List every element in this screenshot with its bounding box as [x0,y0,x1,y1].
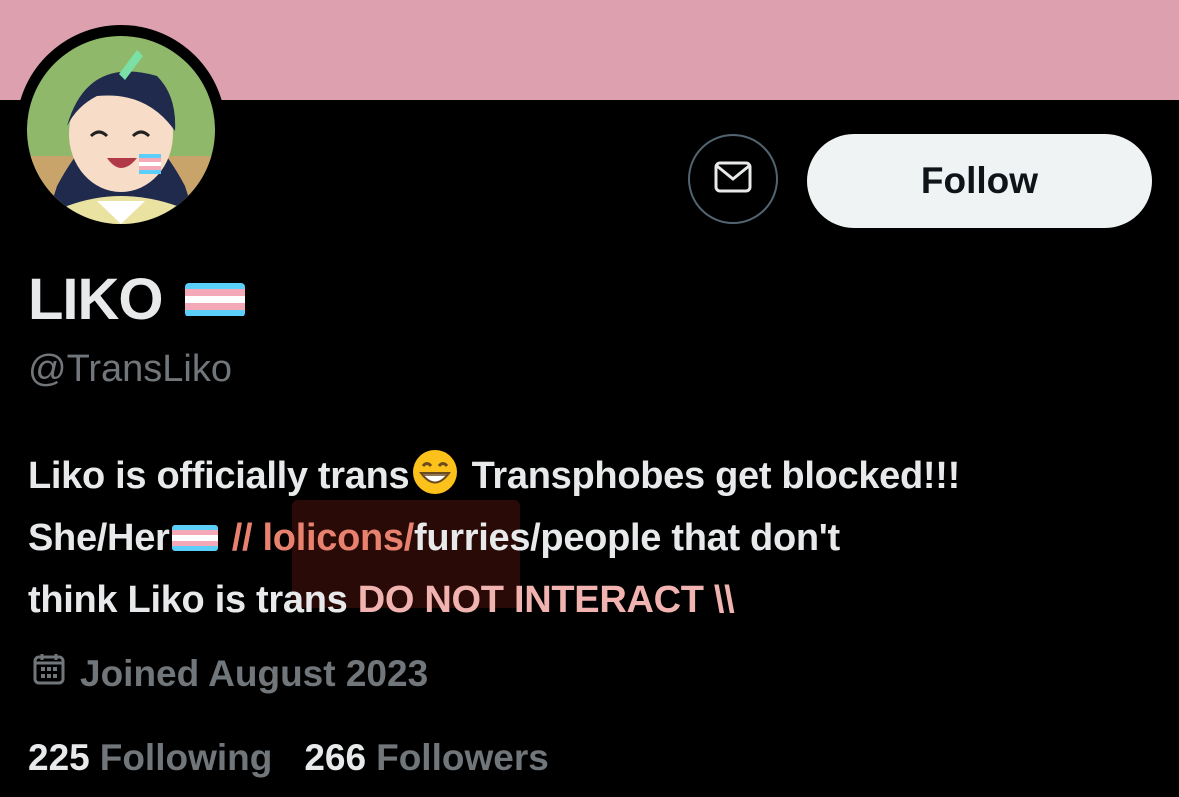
bio-text: Liko is officially trans [28,455,410,497]
profile-handle: @TransLiko [28,348,233,390]
bio-line-1: Liko is officially trans Transphobes get… [28,445,1168,507]
bio-text: think Liko is trans [28,579,358,621]
following-count: 225 [28,737,90,778]
bio-warning-text: DO NOT INTERACT \\ [357,579,735,621]
followers-label: Followers [376,737,549,778]
bio-highlighted-text: // lolicons/ [231,517,415,559]
bio-line-2: She/Her // lolicons/furries/people that … [28,507,1168,569]
bio-text: furries/people that don't [414,517,840,559]
calendar-icon [32,652,66,695]
message-button[interactable] [688,134,778,224]
bio-text: She/Her [28,517,170,559]
following-label: Following [99,737,273,778]
following-link[interactable]: 225 Following [28,737,272,779]
envelope-icon [713,160,753,199]
display-name: LIKO [28,267,164,332]
avatar[interactable] [27,36,215,224]
joined-label: Joined August 2023 [80,652,429,694]
bio-text: Transphobes get blocked!!! [461,455,961,497]
follow-stats: 225 Following 266 Followers [28,737,581,779]
display-name-row: LIKO [28,266,245,333]
bio-line-3: think Liko is trans DO NOT INTERACT \\ [28,569,1168,631]
grinning-face-emoji [413,450,458,494]
transgender-flag-icon [171,524,218,551]
followers-count: 266 [304,737,367,778]
followers-link[interactable]: 266 Followers [304,737,548,779]
joined-date: Joined August 2023 [32,652,428,695]
profile-bio: Liko is officially trans Transphobes get… [28,445,1168,631]
follow-button[interactable]: Follow [807,134,1152,228]
transgender-flag-icon [184,282,245,317]
